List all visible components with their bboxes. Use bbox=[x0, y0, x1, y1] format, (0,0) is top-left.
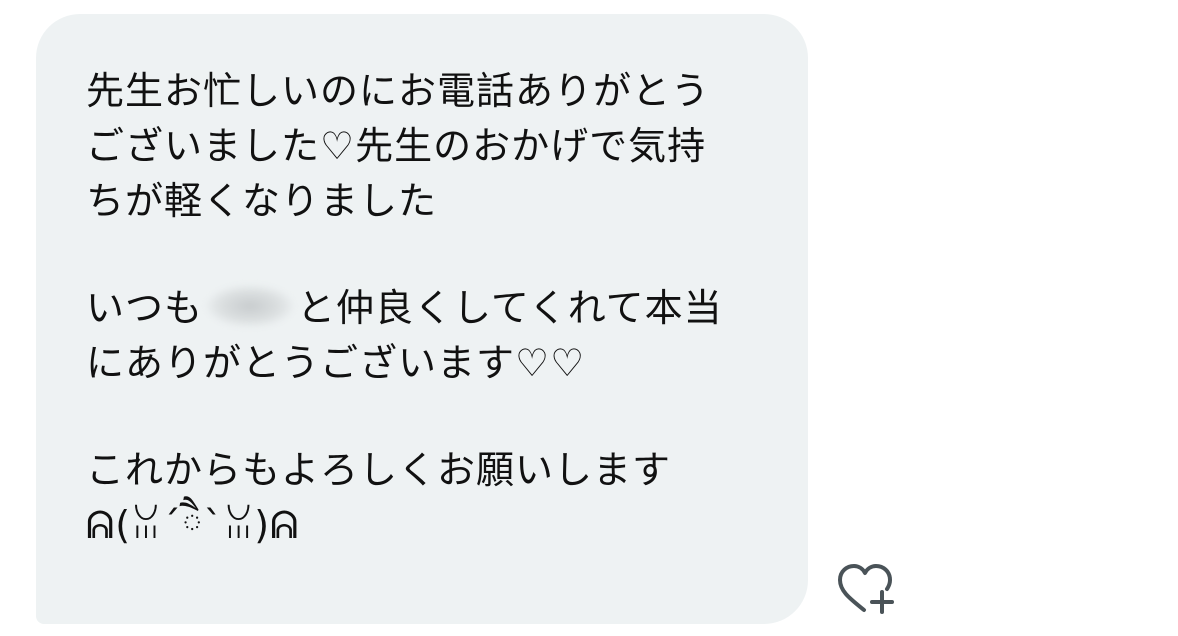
message-line-7: ᕱ(ꈍ´ཻ`ꈍ)ᕱ bbox=[86, 503, 300, 547]
message-line-5: にありがとうございます♡♡ bbox=[86, 341, 586, 385]
add-reaction-button[interactable] bbox=[834, 562, 900, 620]
message-line-6: これからもよろしくお願いします bbox=[86, 448, 672, 492]
message-line-1: 先生お忙しいのにお電話ありがとう bbox=[86, 69, 711, 113]
blurred-name bbox=[207, 285, 294, 327]
heart-plus-icon bbox=[838, 564, 894, 614]
message-text: と仲良くしてくれて本当 bbox=[297, 286, 723, 330]
message-line-4: いつも と仲良くしてくれて本当 bbox=[86, 281, 768, 336]
message-text: いつも bbox=[86, 286, 204, 330]
chat-view: 先生お忙しいのにお電話ありがとう ございました♡先生のおかげで気持 ちが軽くなり… bbox=[0, 0, 1178, 636]
message-line-3: ちが軽くなりました bbox=[86, 179, 438, 223]
message-bubble[interactable]: 先生お忙しいのにお電話ありがとう ございました♡先生のおかげで気持 ちが軽くなり… bbox=[36, 14, 808, 624]
message-line-2: ございました♡先生のおかげで気持 bbox=[86, 124, 707, 168]
